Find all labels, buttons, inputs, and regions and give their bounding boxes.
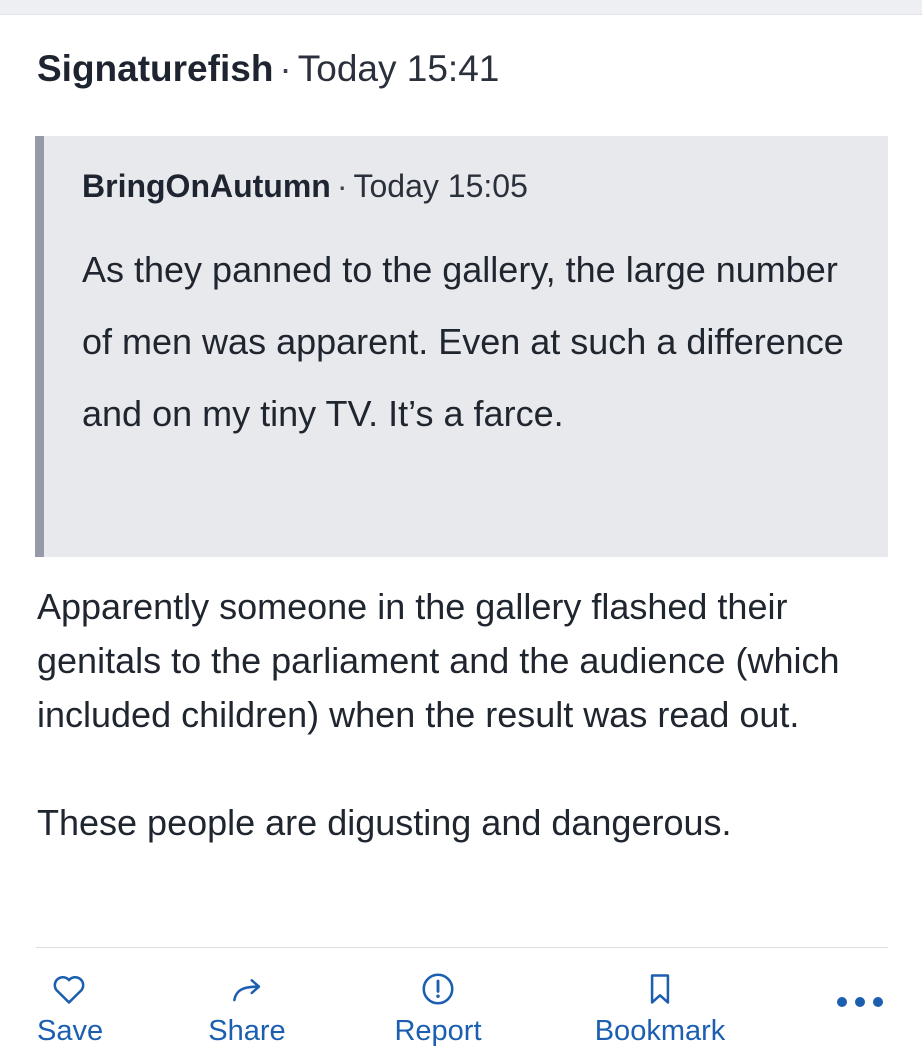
bookmark-label: Bookmark <box>594 1015 726 1047</box>
post-timestamp: Today 15:41 <box>297 48 500 89</box>
post-paragraph: Apparently someone in the gallery flashe… <box>37 586 840 735</box>
quote-text: As they panned to the gallery, the large… <box>82 249 844 434</box>
exclamation-circle-icon <box>422 973 454 1005</box>
share-button[interactable]: Share <box>205 960 289 1048</box>
bookmark-button[interactable]: Bookmark <box>587 960 733 1048</box>
header-separator: · <box>279 48 292 89</box>
post-paragraph: These people are digusting and dangerous… <box>37 802 732 843</box>
share-arrow-icon <box>233 979 261 1002</box>
quote-header: BringOnAutumn · Today 15:05 <box>82 166 528 206</box>
share-label: Share <box>208 1015 286 1047</box>
top-strip <box>0 0 922 15</box>
more-options-button[interactable] <box>832 960 888 1012</box>
post-header: Signaturefish · Today 15:41 <box>37 46 499 92</box>
quote-author[interactable]: BringOnAutumn <box>82 168 331 204</box>
save-button[interactable]: Save <box>37 960 104 1048</box>
more-dots-icon <box>837 997 883 1007</box>
report-button[interactable]: Report <box>390 960 486 1048</box>
bookmark-icon <box>650 974 670 1004</box>
report-label: Report <box>394 1015 482 1047</box>
heart-icon <box>53 975 85 1004</box>
quote-timestamp: Today 15:05 <box>353 168 528 204</box>
actions-divider <box>36 947 888 948</box>
post-body: Apparently someone in the gallery flashe… <box>37 580 887 904</box>
post-actions: Save Share Report Bookmark <box>0 960 922 1060</box>
quoted-post: BringOnAutumn · Today 15:05 As they panned… <box>35 136 888 557</box>
post-author[interactable]: Signaturefish <box>37 48 273 89</box>
quote-separator: · <box>336 168 348 204</box>
save-label: Save <box>37 1015 104 1047</box>
